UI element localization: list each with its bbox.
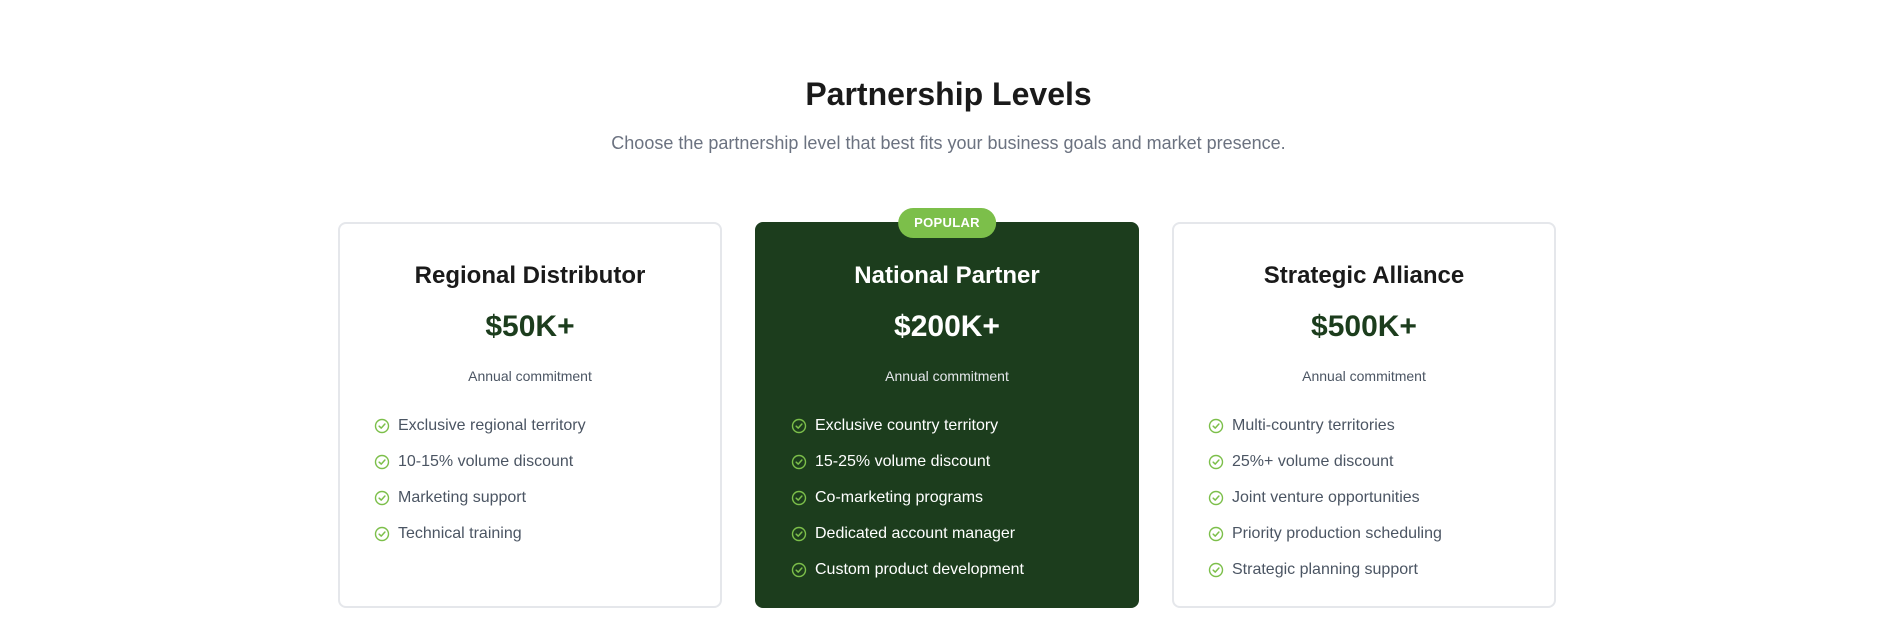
section-subtitle: Choose the partnership level that best f…: [611, 133, 1286, 153]
tier-period: Annual commitment: [1302, 368, 1426, 384]
feature-item: Exclusive country territory: [791, 408, 1137, 444]
feature-item: Exclusive regional territory: [374, 408, 720, 444]
check-circle-icon: [791, 562, 807, 578]
feature-item: 10-15% volume discount: [374, 444, 720, 480]
feature-label: Multi-country territories: [1232, 417, 1395, 434]
feature-item: Marketing support: [374, 480, 720, 516]
feature-label: Strategic planning support: [1232, 561, 1418, 578]
feature-item: Priority production scheduling: [1208, 516, 1554, 552]
check-circle-icon: [1208, 454, 1224, 470]
check-circle-icon: [374, 418, 390, 434]
check-circle-icon: [1208, 526, 1224, 542]
feature-label: 15-25% volume discount: [815, 453, 991, 470]
check-circle-icon: [374, 454, 390, 470]
feature-item: Multi-country territories: [1208, 408, 1554, 444]
feature-label: Technical training: [398, 525, 522, 542]
feature-item: Joint venture opportunities: [1208, 480, 1554, 516]
check-circle-icon: [1208, 490, 1224, 506]
section-title: Partnership Levels: [805, 76, 1092, 112]
check-circle-icon: [1208, 418, 1224, 434]
feature-item: Strategic planning support: [1208, 552, 1554, 588]
feature-item: Technical training: [374, 516, 720, 552]
feature-list: Exclusive regional territory 10-15% volu…: [340, 408, 720, 552]
feature-label: Marketing support: [398, 489, 527, 506]
tier-name: Regional Distributor: [414, 262, 646, 289]
tier-card-regional-distributor[interactable]: Regional Distributor $50K+ Annual commit…: [338, 222, 722, 608]
feature-label: 25%+ volume discount: [1232, 453, 1394, 470]
feature-label: Custom product development: [815, 561, 1024, 578]
tier-price: $200K+: [894, 310, 1000, 343]
feature-label: Dedicated account manager: [815, 525, 1016, 542]
feature-label: Exclusive regional territory: [398, 417, 586, 434]
check-circle-icon: [791, 454, 807, 470]
tier-period: Annual commitment: [885, 368, 1009, 384]
feature-item: 15-25% volume discount: [791, 444, 1137, 480]
check-circle-icon: [374, 526, 390, 542]
check-circle-icon: [791, 418, 807, 434]
feature-label: 10-15% volume discount: [398, 453, 574, 470]
feature-item: Dedicated account manager: [791, 516, 1137, 552]
check-circle-icon: [791, 490, 807, 506]
feature-list: Exclusive country territory 15-25% volum…: [757, 408, 1137, 588]
feature-item: Custom product development: [791, 552, 1137, 588]
tier-name: Strategic Alliance: [1263, 262, 1465, 289]
feature-item: Co-marketing programs: [791, 480, 1137, 516]
tier-cards: Regional Distributor $50K+ Annual commit…: [338, 208, 1556, 608]
tier-card-national-partner[interactable]: POPULAR National Partner $200K+ Annual c…: [755, 208, 1139, 608]
feature-list: Multi-country territories 25%+ volume di…: [1174, 408, 1554, 588]
check-circle-icon: [791, 526, 807, 542]
tier-price: $50K+: [485, 310, 575, 343]
check-circle-icon: [1208, 562, 1224, 578]
feature-label: Exclusive country territory: [815, 417, 999, 434]
popular-badge: POPULAR: [898, 208, 996, 238]
tier-price: $500K+: [1311, 310, 1417, 343]
feature-label: Co-marketing programs: [815, 489, 984, 506]
check-circle-icon: [374, 490, 390, 506]
partnership-levels-section: Partnership Levels Choose the partnershi…: [0, 0, 1897, 643]
tier-period: Annual commitment: [468, 368, 592, 384]
feature-label: Priority production scheduling: [1232, 525, 1442, 542]
tier-card-strategic-alliance[interactable]: Strategic Alliance $500K+ Annual commitm…: [1172, 222, 1556, 608]
feature-label: Joint venture opportunities: [1232, 489, 1420, 506]
feature-item: 25%+ volume discount: [1208, 444, 1554, 480]
